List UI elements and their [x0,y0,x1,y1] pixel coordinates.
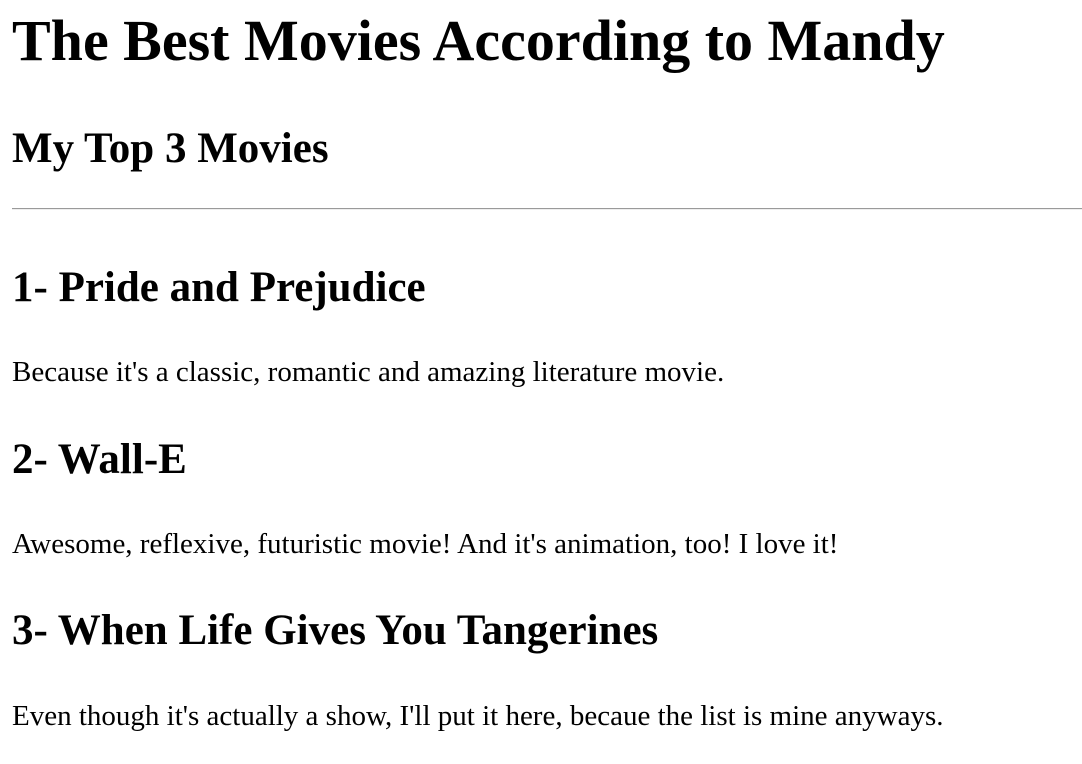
movie-title: 1- Pride and Prejudice [12,264,426,311]
movie-reason: Because it's a classic, romantic and ama… [12,356,725,388]
movie-title: 2- Wall-E [12,436,187,483]
movie-reason: Awesome, reflexive, futuristic movie! An… [12,528,839,560]
movie-title: 3- When Life Gives You Tangerines [12,607,659,654]
divider [12,208,1082,210]
page-title: The Best Movies According to Mandy [12,8,945,73]
movie-reason: Even though it's actually a show, I'll p… [12,700,944,732]
page-subtitle: My Top 3 Movies [12,125,329,172]
